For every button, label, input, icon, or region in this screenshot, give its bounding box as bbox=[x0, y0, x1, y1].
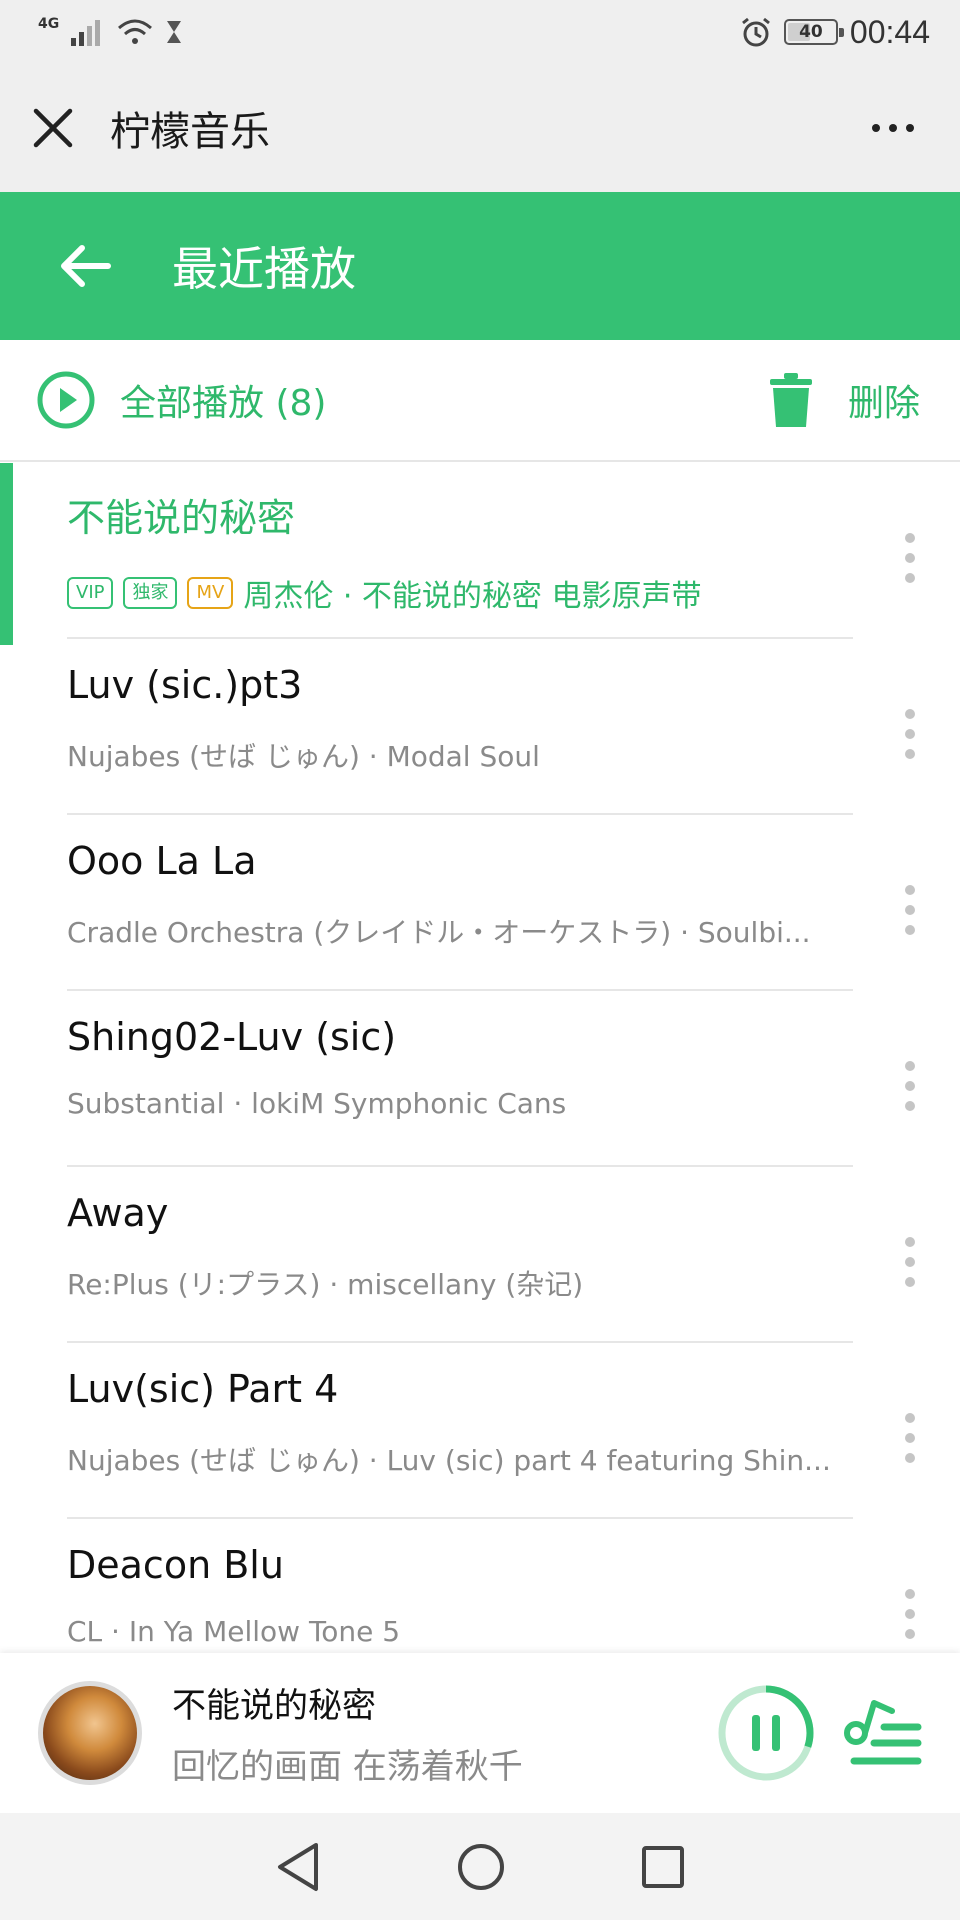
more-dot-icon bbox=[905, 573, 915, 583]
song-title: 不能说的秘密 bbox=[67, 496, 296, 540]
hourglass-icon bbox=[167, 21, 182, 43]
more-dot-icon bbox=[872, 124, 880, 132]
more-dot-icon bbox=[905, 1101, 915, 1111]
delete-button[interactable]: 删除 bbox=[769, 373, 920, 427]
wifi-icon bbox=[118, 19, 153, 44]
more-dot-icon bbox=[905, 553, 915, 563]
pause-button[interactable] bbox=[716, 1683, 816, 1783]
more-dot-icon bbox=[905, 1453, 915, 1463]
song-item[interactable]: Ooo La La Cradle Orchestra (クレイドル・オーケストラ… bbox=[0, 815, 960, 991]
song-count: (8) bbox=[275, 383, 327, 424]
battery-icon: 40 bbox=[783, 19, 844, 45]
song-artist-album: CL · In Ya Mellow Tone 5 bbox=[67, 1615, 401, 1648]
mv-badge[interactable]: MV bbox=[187, 577, 234, 609]
more-dot-icon bbox=[905, 1629, 915, 1639]
battery-level: 40 bbox=[799, 22, 823, 42]
song-title: Luv(sic) Part 4 bbox=[67, 1367, 339, 1411]
mini-program-title: 柠檬音乐 bbox=[110, 109, 270, 155]
now-playing-lyric: 回忆的画面 在荡着秋千 bbox=[172, 1747, 523, 1787]
status-bar: 4G 40 00:44 bbox=[0, 0, 960, 64]
song-more-button[interactable] bbox=[900, 1413, 920, 1463]
exclusive-badge: 独家 bbox=[123, 577, 178, 609]
more-dot-icon bbox=[905, 749, 915, 759]
more-dot-icon bbox=[905, 1061, 915, 1071]
now-playing-title: 不能说的秘密 bbox=[172, 1686, 376, 1726]
more-dot-icon bbox=[905, 533, 915, 543]
more-dot-icon bbox=[905, 885, 915, 895]
playlist-icon[interactable] bbox=[842, 1693, 922, 1773]
more-dot-icon bbox=[905, 1589, 915, 1599]
system-nav-bar bbox=[0, 1813, 960, 1920]
song-more-button[interactable] bbox=[900, 709, 920, 759]
more-dot-icon bbox=[905, 925, 915, 935]
player-controls bbox=[716, 1683, 922, 1783]
back-arrow-icon[interactable] bbox=[58, 243, 112, 289]
play-all-label: 全部播放 (8) bbox=[120, 374, 326, 426]
song-list: 不能说的秘密 VIP 独家 MV 周杰伦 · 不能说的秘密 电影原声带 Luv … bbox=[0, 463, 960, 1653]
song-subtitle: VIP 独家 MV 周杰伦 · 不能说的秘密 电影原声带 bbox=[67, 571, 867, 615]
song-artist-album: Re:Plus (リ:プラス) · miscellany (杂记) bbox=[67, 1268, 584, 1301]
song-item[interactable]: Shing02-Luv (sic) Substantial · lokiM Sy… bbox=[0, 991, 960, 1167]
close-icon[interactable] bbox=[30, 105, 76, 151]
song-artist-album: Nujabes (せば じゅん) · Luv (sic) part 4 feat… bbox=[67, 1444, 831, 1477]
more-dot-icon bbox=[905, 709, 915, 719]
song-item[interactable]: 不能说的秘密 VIP 独家 MV 周杰伦 · 不能说的秘密 电影原声带 bbox=[0, 463, 960, 645]
song-more-button[interactable] bbox=[900, 885, 920, 935]
song-title: Luv (sic.)pt3 bbox=[67, 663, 303, 707]
network-type: 4G bbox=[38, 16, 60, 32]
song-title: Away bbox=[67, 1191, 169, 1235]
more-dot-icon bbox=[906, 124, 914, 132]
status-left: 4G bbox=[38, 16, 183, 46]
trash-icon bbox=[769, 373, 812, 427]
song-title: Deacon Blu bbox=[67, 1543, 284, 1587]
song-artist-album: Nujabes (せば じゅん) · Modal Soul bbox=[67, 740, 540, 773]
now-playing-bar[interactable]: 不能说的秘密 回忆的画面 在荡着秋千 bbox=[0, 1653, 960, 1813]
song-more-button[interactable] bbox=[900, 1589, 920, 1639]
song-artist-album: Substantial · lokiM Symphonic Cans bbox=[67, 1087, 567, 1120]
song-item[interactable]: Luv(sic) Part 4 Nujabes (せば じゅん) · Luv (… bbox=[0, 1343, 960, 1519]
more-dot-icon bbox=[905, 1277, 915, 1287]
vip-badge: VIP bbox=[67, 577, 114, 609]
play-all-button[interactable]: 全部播放 (8) bbox=[36, 370, 326, 430]
back-triangle-icon[interactable] bbox=[274, 1841, 322, 1893]
song-more-button[interactable] bbox=[900, 1237, 920, 1287]
song-more-button[interactable] bbox=[900, 533, 920, 583]
song-title: Shing02-Luv (sic) bbox=[67, 1015, 397, 1059]
song-title: Ooo La La bbox=[67, 839, 257, 883]
play-all-text: 全部播放 bbox=[120, 383, 265, 424]
song-artist-album: Cradle Orchestra (クレイドル・オーケストラ) · Soulbi… bbox=[67, 916, 811, 949]
now-playing-info[interactable]: 不能说的秘密 回忆的画面 在荡着秋千 bbox=[172, 1678, 523, 1788]
song-item[interactable]: Luv (sic.)pt3 Nujabes (せば じゅん) · Modal S… bbox=[0, 639, 960, 815]
page-header: 最近播放 bbox=[0, 192, 960, 340]
action-bar: 全部播放 (8) 删除 bbox=[0, 340, 960, 462]
recents-square-icon[interactable] bbox=[640, 1844, 686, 1890]
delete-label: 删除 bbox=[847, 383, 920, 424]
more-dot-icon bbox=[889, 124, 897, 132]
more-dot-icon bbox=[905, 905, 915, 915]
more-options-button[interactable] bbox=[856, 104, 930, 152]
alarm-icon bbox=[741, 17, 770, 47]
more-dot-icon bbox=[905, 1257, 915, 1267]
play-circle-icon bbox=[37, 371, 95, 429]
signal-icon bbox=[71, 20, 101, 46]
more-dot-icon bbox=[905, 729, 915, 739]
song-more-button[interactable] bbox=[900, 1061, 920, 1111]
home-circle-icon[interactable] bbox=[456, 1842, 506, 1892]
clock: 00:44 bbox=[849, 13, 930, 50]
mini-program-bar: 柠檬音乐 bbox=[0, 64, 960, 192]
more-dot-icon bbox=[905, 1413, 915, 1423]
more-dot-icon bbox=[905, 1237, 915, 1247]
song-item[interactable]: Deacon Blu CL · In Ya Mellow Tone 5 bbox=[0, 1519, 960, 1653]
album-cover[interactable] bbox=[38, 1681, 142, 1785]
status-right: 40 00:44 bbox=[740, 14, 930, 51]
more-dot-icon bbox=[905, 1433, 915, 1443]
song-artist-album: 周杰伦 · 不能说的秘密 电影原声带 bbox=[243, 579, 702, 614]
more-dot-icon bbox=[905, 1609, 915, 1619]
more-dot-icon bbox=[905, 1081, 915, 1091]
page-title: 最近播放 bbox=[172, 242, 356, 296]
song-item[interactable]: Away Re:Plus (リ:プラス) · miscellany (杂记) bbox=[0, 1167, 960, 1343]
